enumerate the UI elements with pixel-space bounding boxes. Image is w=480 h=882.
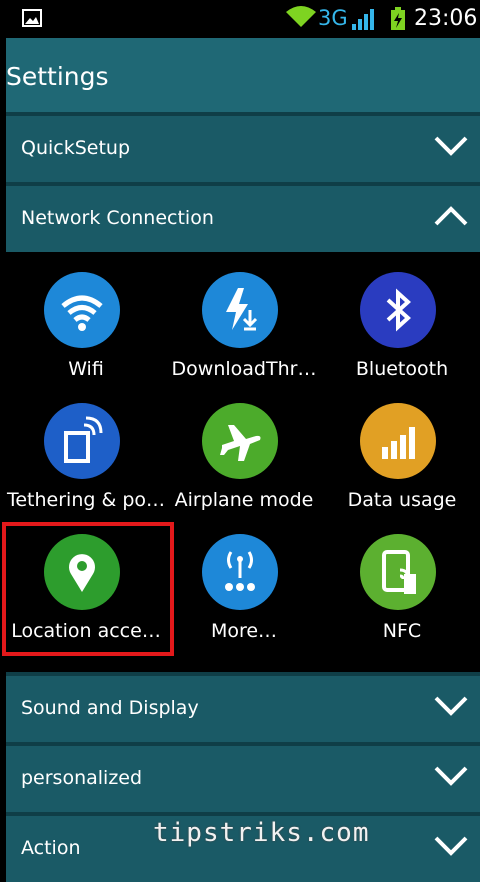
network-type: 3G: [318, 6, 348, 30]
page-title: Settings: [6, 62, 109, 91]
tile-data-usage[interactable]: Data usage: [322, 387, 480, 515]
tile-label: Tethering & po…: [6, 489, 166, 511]
tile-nfc[interactable]: NFC: [322, 518, 480, 646]
more-networks-icon: [202, 534, 278, 610]
section-label: QuickSetup: [21, 137, 131, 159]
wifi-icon: [44, 272, 120, 348]
wifi-icon: [286, 6, 316, 27]
tile-label: Bluetooth: [355, 358, 449, 380]
tile-tethering[interactable]: Tethering & po…: [6, 387, 166, 515]
data-usage-icon: [360, 403, 436, 479]
tile-label: NFC: [382, 620, 422, 642]
tile-wifi[interactable]: Wifi: [6, 256, 166, 384]
tile-label: DownloadThr…: [171, 358, 317, 380]
chevron-down-icon: [434, 136, 468, 156]
chevron-down-icon: [434, 766, 468, 786]
chevron-down-icon: [434, 836, 468, 856]
tile-label: More…: [210, 620, 278, 642]
section-quicksetup[interactable]: QuickSetup: [6, 112, 480, 182]
section-network-connection[interactable]: Network Connection: [6, 182, 480, 252]
nfc-icon: [360, 534, 436, 610]
tile-bluetooth[interactable]: Bluetooth: [322, 256, 480, 384]
tile-download-booster[interactable]: DownloadThr…: [164, 256, 324, 384]
clock: 23:06: [414, 6, 478, 31]
section-sound-and-display[interactable]: Sound and Display: [6, 672, 480, 742]
tile-more-networks[interactable]: More…: [164, 518, 324, 646]
tile-airplane-mode[interactable]: Airplane mode: [164, 387, 324, 515]
signal-icon: [352, 9, 374, 30]
image-icon: [22, 9, 42, 27]
tethering-icon: [44, 403, 120, 479]
tile-label: Data usage: [347, 489, 457, 511]
airplane-icon: [202, 403, 278, 479]
section-label: personalized: [21, 767, 143, 789]
chevron-down-icon: [434, 696, 468, 716]
watermark: tipstriks.com: [153, 818, 370, 848]
section-label: Network Connection: [21, 207, 214, 229]
tile-label: Airplane mode: [174, 489, 314, 511]
status-bar: 3G 23:06: [0, 0, 480, 38]
section-label: Sound and Display: [21, 697, 199, 719]
title-bar: Settings: [6, 38, 480, 112]
tile-label: Wifi: [68, 358, 104, 380]
chevron-up-icon: [434, 206, 468, 226]
bluetooth-icon: [360, 272, 436, 348]
section-label: Action: [21, 837, 81, 859]
download-booster-icon: [202, 272, 278, 348]
battery-icon: [391, 7, 405, 30]
highlight-box: [2, 522, 174, 656]
section-personalized[interactable]: personalized: [6, 742, 480, 812]
